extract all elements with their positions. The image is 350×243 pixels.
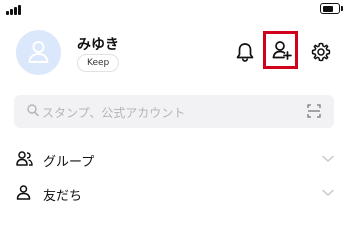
chevron-down-icon[interactable] — [322, 155, 334, 163]
keep-badge[interactable]: Keep — [77, 54, 120, 72]
profile-name[interactable]: みゆき — [77, 34, 119, 54]
battery-icon — [320, 3, 343, 14]
gear-icon — [311, 42, 331, 62]
status-bar — [0, 0, 350, 20]
add-person-icon — [272, 41, 292, 60]
list-item-label: グループ — [43, 155, 95, 170]
list-item-groups[interactable]: グループ — [0, 144, 350, 174]
search-icon — [27, 104, 39, 117]
list-item-friends[interactable]: 友だち — [0, 178, 350, 208]
search-bar[interactable]: スタンプ、公式アカウント — [14, 95, 334, 128]
notifications-button[interactable] — [236, 42, 254, 66]
settings-button[interactable] — [311, 42, 331, 66]
list-item-label: 友だち — [43, 189, 83, 204]
qr-scan-icon[interactable] — [307, 104, 321, 118]
person-icon — [16, 185, 31, 200]
person-silhouette-icon — [28, 41, 49, 63]
group-icon — [16, 151, 33, 166]
add-friend-button[interactable] — [263, 31, 298, 69]
avatar[interactable] — [16, 30, 61, 75]
bell-icon — [236, 43, 254, 62]
chevron-down-icon[interactable] — [322, 189, 334, 197]
signal-bars-icon — [6, 5, 24, 15]
search-input[interactable]: スタンプ、公式アカウント — [42, 104, 185, 121]
